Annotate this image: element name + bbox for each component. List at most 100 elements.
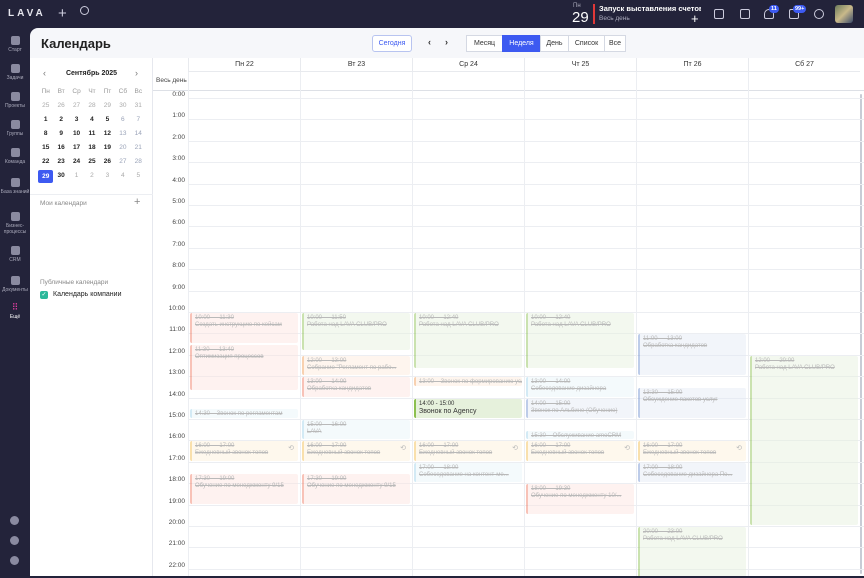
mini-day[interactable]: 19 bbox=[100, 142, 115, 153]
add-event-button[interactable]: + bbox=[691, 11, 699, 26]
add-calendar-button[interactable]: + bbox=[134, 196, 140, 208]
mini-day[interactable]: 1 bbox=[38, 114, 53, 125]
calendar-event[interactable]: 17:30 — 19:00 Обучение по менеджменту 9/1… bbox=[302, 473, 410, 504]
prev-week-button[interactable]: ‹ bbox=[428, 37, 431, 47]
upcoming-event-title[interactable]: Запуск выставления счетов и bbox=[599, 4, 701, 13]
mini-day[interactable]: 12 bbox=[100, 128, 115, 139]
mini-day[interactable]: 20 bbox=[115, 142, 130, 153]
mini-day[interactable]: 1 bbox=[69, 170, 84, 181]
mini-day[interactable]: 28 bbox=[84, 100, 99, 111]
timer-icon[interactable] bbox=[814, 9, 824, 19]
calendar-event[interactable]: 12:00 — 20:00 Работа над LAVA CLUB/PRO bbox=[750, 355, 858, 525]
calendar-event[interactable]: 13:00 – Звонок по формированию услуг bbox=[414, 377, 522, 386]
mini-day[interactable]: 13 bbox=[115, 128, 130, 139]
next-week-button[interactable]: › bbox=[445, 37, 448, 47]
create-button[interactable]: + bbox=[58, 5, 67, 22]
mini-day[interactable]: 24 bbox=[69, 156, 84, 167]
mini-day[interactable]: 5 bbox=[100, 114, 115, 125]
rail-bottom-icon[interactable] bbox=[10, 536, 19, 545]
mini-day[interactable]: 23 bbox=[53, 156, 68, 167]
calendar-event[interactable]: 10:00 — 11:50 Работа над LAVA CLUB/PRO bbox=[302, 313, 410, 351]
mini-day[interactable]: 6 bbox=[115, 114, 130, 125]
mini-day[interactable]: 17 bbox=[69, 142, 84, 153]
rail-item-2[interactable]: Проекты bbox=[0, 92, 30, 109]
view-tab-1[interactable]: Неделя bbox=[502, 35, 540, 52]
day-header[interactable]: Пн 22 bbox=[188, 58, 300, 72]
mini-day[interactable]: 3 bbox=[100, 170, 115, 181]
view-tab-0[interactable]: Месяц bbox=[466, 35, 502, 52]
view-tab-3[interactable]: Список bbox=[568, 35, 604, 52]
mini-day[interactable]: 14 bbox=[131, 128, 146, 139]
mini-day[interactable]: 21 bbox=[131, 142, 146, 153]
company-calendar-checkbox[interactable]: ✓ bbox=[40, 291, 48, 299]
rail-item-5[interactable]: База знаний bbox=[0, 178, 30, 195]
rail-item-0[interactable]: Старт bbox=[0, 36, 30, 53]
calendar-event[interactable]: 10:00 — 12:40 Работа над LAVA CLUB/PRO bbox=[526, 313, 634, 369]
calendar-event[interactable]: 13:00 — 14:00 Обработка кандидатов bbox=[302, 377, 410, 397]
rail-bottom-icon[interactable] bbox=[10, 516, 19, 525]
avatar[interactable] bbox=[835, 5, 853, 23]
rail-item-7[interactable]: CRM bbox=[0, 246, 30, 263]
calendar-event[interactable]: 13:30 — 15:00 Обсуждение пакетов услуг bbox=[638, 387, 746, 418]
mini-day[interactable]: 11 bbox=[84, 128, 99, 139]
day-header[interactable]: Вт 23 bbox=[300, 58, 412, 72]
mini-day[interactable]: 31 bbox=[131, 100, 146, 111]
calendar-event[interactable]: 11:00 — 13:00 Обработка кандидатов bbox=[638, 334, 746, 376]
calendar-event[interactable]: 16:00 — 17:00 Ежедневный звонок топов ⟲ bbox=[302, 441, 410, 461]
mini-day[interactable]: 18 bbox=[84, 142, 99, 153]
calendar-event[interactable]: 17:30 — 19:00 Обучение по менеджменту 9/1… bbox=[190, 473, 298, 504]
rail-item-3[interactable]: Группы bbox=[0, 120, 30, 137]
view-tab-4[interactable]: Все bbox=[604, 35, 626, 52]
mini-day[interactable]: 27 bbox=[115, 156, 130, 167]
search-icon[interactable] bbox=[80, 6, 89, 15]
mini-day[interactable]: 15 bbox=[38, 142, 53, 153]
mini-day[interactable]: 2 bbox=[84, 170, 99, 181]
day-header[interactable]: Чт 25 bbox=[524, 58, 636, 72]
mini-day[interactable]: 30 bbox=[53, 170, 68, 181]
rail-bottom-icon[interactable] bbox=[10, 556, 19, 565]
calendar-event[interactable]: 14:00 - 15:00 Звонок по Agency bbox=[414, 398, 522, 418]
mini-day[interactable]: 29 bbox=[38, 170, 54, 183]
mini-day[interactable]: 10 bbox=[69, 128, 84, 139]
calendar-event[interactable]: 16:00 — 17:00 Ежедневный звонок топов ⟲ bbox=[526, 441, 634, 461]
calendar-event[interactable]: 11:30 — 13:40 Оптимизация процессов bbox=[190, 345, 298, 390]
calendar-event[interactable]: 16:00 — 17:00 Ежедневный звонок топов ⟲ bbox=[638, 441, 746, 461]
mini-day[interactable]: 22 bbox=[38, 156, 53, 167]
company-calendar-label[interactable]: Календарь компании bbox=[53, 291, 122, 298]
mini-day[interactable]: 26 bbox=[100, 156, 115, 167]
calendar-event[interactable]: 14:00 — 15:00 Звонок по Альбине (Обучение… bbox=[526, 398, 634, 418]
mini-day[interactable]: 28 bbox=[131, 156, 146, 167]
calendar-event[interactable]: 14:30 – Звонок по регламентам bbox=[190, 409, 298, 418]
calendar-event[interactable]: 17:00 — 18:00 Собеседование дизайнера По.… bbox=[638, 462, 746, 483]
mini-day[interactable]: 16 bbox=[53, 142, 68, 153]
mini-day[interactable]: 9 bbox=[53, 128, 68, 139]
mini-day[interactable]: 26 bbox=[53, 100, 68, 111]
mini-day[interactable]: 27 bbox=[69, 100, 84, 111]
calendar-event[interactable]: 16:00 — 17:00 Ежедневный звонок топов ⟲ bbox=[190, 441, 298, 461]
day-header[interactable]: Ср 24 bbox=[412, 58, 524, 72]
calendar-event[interactable]: 17:00 — 18:00 Собеседование на контент-ме… bbox=[414, 462, 522, 483]
mini-day[interactable]: 29 bbox=[100, 100, 115, 111]
mini-day[interactable]: 30 bbox=[115, 100, 130, 111]
mini-day[interactable]: 25 bbox=[38, 100, 53, 111]
mini-day[interactable]: 5 bbox=[131, 170, 146, 181]
calendar-event[interactable]: 20:00 — 23:00 Работа над LAVA CLUB/PRO bbox=[638, 527, 746, 576]
mini-day[interactable]: 2 bbox=[53, 114, 68, 125]
mini-day[interactable]: 4 bbox=[84, 114, 99, 125]
rail-item-1[interactable]: Задачи bbox=[0, 64, 30, 81]
today-button[interactable]: Сегодня bbox=[372, 35, 412, 52]
day-header[interactable]: Сб 27 bbox=[748, 58, 860, 72]
mini-day[interactable]: 7 bbox=[131, 114, 146, 125]
rail-item-9[interactable]: ⠿ Ещё bbox=[0, 303, 30, 321]
calendar-event[interactable]: 13:00 — 14:00 Собеседование дизайнера bbox=[526, 377, 634, 397]
mini-day[interactable]: 25 bbox=[84, 156, 99, 167]
calendar-event[interactable]: 12:00 — 13:00 Собрание "Регламент по рабо… bbox=[302, 355, 410, 376]
view-tab-2[interactable]: День bbox=[540, 35, 568, 52]
mail-icon[interactable] bbox=[714, 9, 724, 19]
mini-day[interactable]: 3 bbox=[69, 114, 84, 125]
rail-item-6[interactable]: Бизнес-процессы bbox=[0, 212, 30, 235]
day-header[interactable]: Пт 26 bbox=[636, 58, 748, 72]
calendar-event[interactable]: 10:00 — 12:40 Работа над LAVA CLUB/PRO bbox=[414, 313, 522, 369]
logo[interactable]: LAVA bbox=[8, 8, 46, 19]
calendar-event[interactable]: 18:00 — 19:30 Обучение по менеджменту 10/… bbox=[526, 484, 634, 515]
